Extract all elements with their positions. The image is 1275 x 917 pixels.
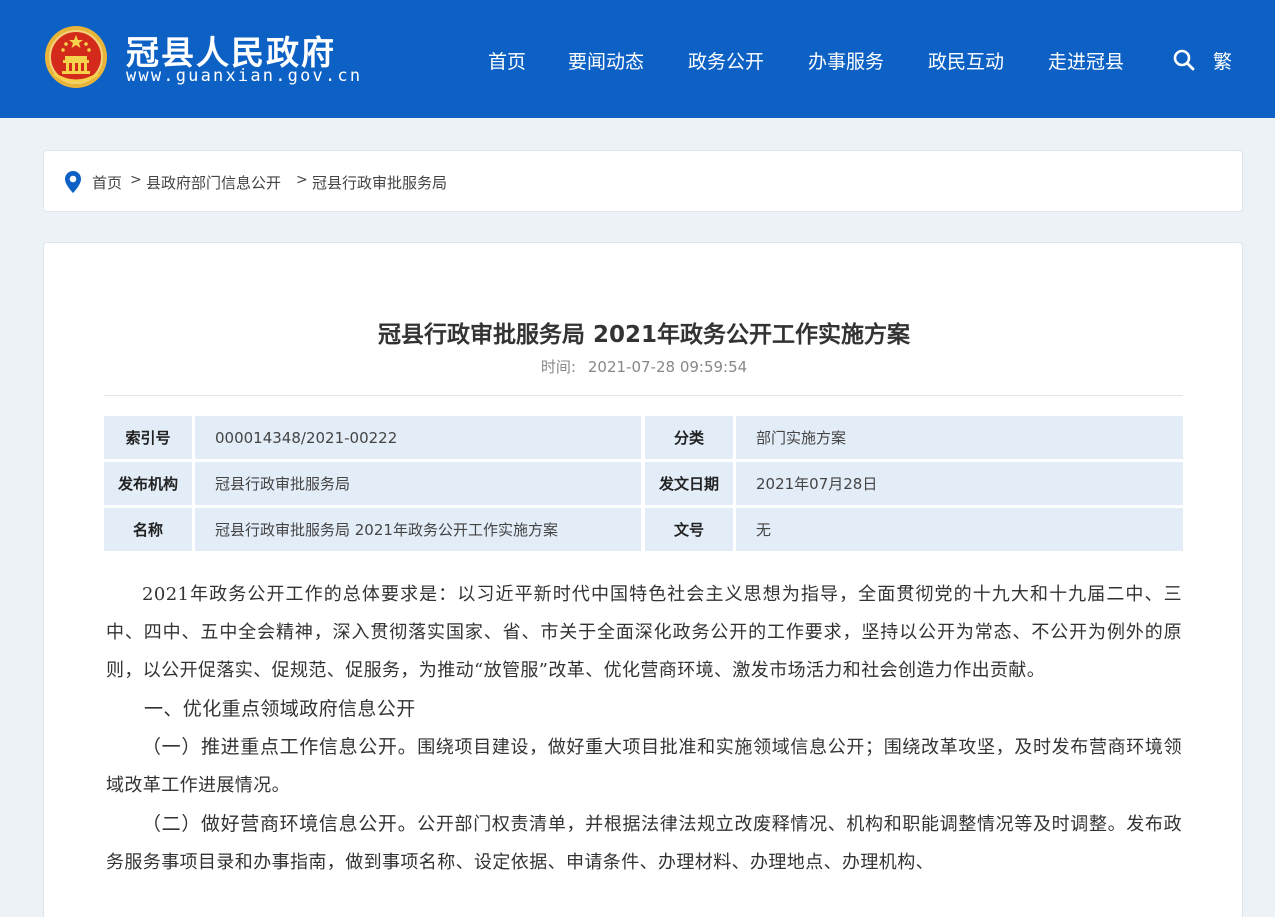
- breadcrumb-separator: >: [296, 172, 308, 188]
- paragraph: （二）做好营商环境信息公开。公开部门权责清单，并根据法律法规立改废释情况、机构和…: [106, 805, 1182, 882]
- article-body: 2021年政务公开工作的总体要求是：以习近平新时代中国特色社会主义思想为指导，全…: [106, 576, 1182, 882]
- breadcrumb-home[interactable]: 首页: [92, 172, 122, 193]
- nav-item-home[interactable]: 首页: [488, 47, 526, 74]
- breadcrumb: 首页 > 县政府部门信息公开 > 冠县行政审批服务局: [43, 150, 1243, 212]
- subsection-heading: （一）推进重点工作信息公开。: [142, 736, 418, 758]
- article-time: 时间: 2021-07-28 09:59:54: [44, 356, 1244, 377]
- meta-value: 2021年07月28日: [736, 462, 1183, 505]
- divider: [104, 395, 1183, 396]
- section-heading: 一、优化重点领域政府信息公开: [144, 698, 416, 720]
- meta-key: 发文日期: [645, 462, 733, 505]
- meta-key: 分类: [645, 416, 733, 459]
- meta-value: 000014348/2021-00222: [195, 416, 641, 459]
- breadcrumb-dept-info[interactable]: 县政府部门信息公开: [146, 172, 281, 193]
- time-value: 2021-07-28 09:59:54: [587, 358, 748, 376]
- traditional-chinese-toggle[interactable]: 繁: [1213, 47, 1232, 74]
- subsection-heading: （二）做好营商环境信息公开。: [142, 813, 418, 835]
- breadcrumb-current[interactable]: 冠县行政审批服务局: [312, 172, 447, 193]
- site-url: www.guanxian.gov.cn: [126, 66, 363, 86]
- nav-item-interaction[interactable]: 政民互动: [928, 47, 1004, 74]
- article-title: 冠县行政审批服务局 2021年政务公开工作实施方案: [377, 322, 911, 348]
- article-panel: 冠县行政审批服务局 2021年政务公开工作实施方案 时间: 2021-07-28 …: [43, 242, 1243, 917]
- site-header: 冠县人民政府 www.guanxian.gov.cn 首页 要闻动态 政务公开 …: [0, 0, 1275, 118]
- time-label: 时间:: [540, 358, 576, 376]
- breadcrumb-separator: >: [130, 172, 142, 188]
- national-emblem-icon[interactable]: [44, 24, 108, 90]
- meta-value: 冠县行政审批服务局 2021年政务公开工作实施方案: [195, 508, 641, 551]
- meta-value: 无: [736, 508, 1183, 551]
- meta-key: 名称: [104, 508, 192, 551]
- meta-key: 文号: [645, 508, 733, 551]
- nav-item-services[interactable]: 办事服务: [808, 47, 884, 74]
- meta-key: 索引号: [104, 416, 192, 459]
- meta-key: 发布机构: [104, 462, 192, 505]
- paragraph: 2021年政务公开工作的总体要求是：以习近平新时代中国特色社会主义思想为指导，全…: [106, 584, 1182, 681]
- nav-item-gov-affairs[interactable]: 政务公开: [688, 47, 764, 74]
- search-icon[interactable]: [1172, 48, 1196, 72]
- nav-item-news[interactable]: 要闻动态: [568, 47, 644, 74]
- location-pin-icon: [65, 171, 81, 193]
- meta-value: 部门实施方案: [736, 416, 1183, 459]
- paragraph: （一）推进重点工作信息公开。围绕项目建设，做好重大项目批准和实施领域信息公开；围…: [106, 728, 1182, 805]
- meta-value: 冠县行政审批服务局: [195, 462, 641, 505]
- nav-item-about[interactable]: 走进冠县: [1048, 47, 1124, 74]
